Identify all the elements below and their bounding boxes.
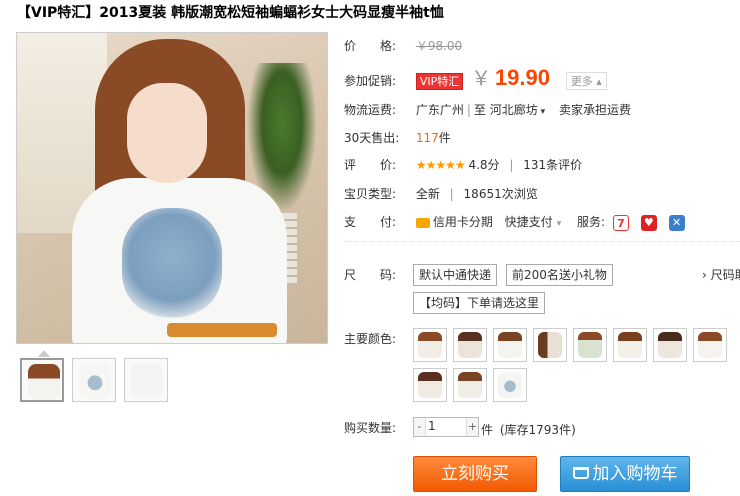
rating-sep: | (509, 158, 514, 172)
vip-badge: VIP特汇 (415, 73, 464, 90)
rating-label: 评 价: (344, 158, 397, 172)
payment-row: 支 付: 信用卡分期 快捷支付 ▾ 服务: 7 ♥ ✕ (344, 213, 685, 231)
size-option-1[interactable]: 默认中通快递 (413, 264, 498, 286)
color-swatch-10[interactable] (453, 368, 487, 402)
ship-to-prefix: 至 (473, 103, 486, 117)
color-label: 主要颜色: (344, 332, 397, 346)
main-product-image[interactable] (16, 32, 328, 344)
model-belt (167, 323, 277, 337)
credit-installment-link[interactable]: 信用卡分期 (433, 215, 493, 229)
shipping-label: 物流运费: (344, 103, 397, 117)
more-promo-label: 更多 (570, 75, 593, 88)
product-title: 【VIP特汇】2013夏装 韩版潮宽松短袖蝙蝠衫女士大码显瘦半袖t恤 (17, 5, 444, 21)
chevron-down-icon: ▾ (537, 107, 546, 117)
heart-service-icon[interactable]: ♥ (640, 214, 657, 231)
quantity-label: 购买数量: (344, 421, 397, 435)
quantity-unit: 件 (481, 423, 494, 437)
color-swatch-8[interactable] (693, 328, 727, 362)
ship-to-select[interactable]: 河北廊坊 ▾ (490, 103, 545, 117)
color-swatch-7[interactable] (653, 328, 687, 362)
color-swatch-4[interactable] (533, 328, 567, 362)
color-swatch-3[interactable] (493, 328, 527, 362)
chevron-down-icon[interactable]: ▾ (557, 219, 562, 229)
quick-pay-link[interactable]: 快捷支付 (505, 215, 553, 229)
size-guide-link[interactable]: › 尺码助 (702, 266, 740, 283)
rating-score: 4.8分 (468, 158, 500, 172)
sold-unit: 件 (438, 131, 451, 145)
add-to-cart-button[interactable]: 加入购物车 (560, 456, 690, 492)
star-rating-icon: ★★★★★ (415, 158, 466, 172)
promo-label: 参加促销: (344, 74, 397, 88)
shirt-cat-print (122, 208, 222, 318)
color-swatch-1[interactable] (413, 328, 447, 362)
size-label: 尺 码: (344, 268, 397, 282)
color-swatch-11[interactable] (493, 368, 527, 402)
size-option-2[interactable]: 前200名送小礼物 (506, 264, 613, 286)
quantity-info: 件 (库存1793件) (481, 421, 576, 438)
price-row: 价 格: ￥98.00 (344, 37, 462, 54)
view-count: 18651次浏览 (463, 187, 538, 201)
color-swatch-6[interactable] (613, 328, 647, 362)
service-label: 服务: (577, 215, 606, 229)
ship-to: 河北廊坊 (489, 103, 538, 117)
sold-label: 30天售出: (344, 131, 400, 145)
more-promo-button[interactable]: 更多 ▴ (565, 72, 607, 90)
shipping-fee: 卖家承担运费 (558, 103, 631, 117)
model-face (127, 83, 207, 183)
thumb-pointer-icon (38, 350, 50, 357)
item-type-label: 宝贝类型: (344, 187, 397, 201)
quantity-stepper: - 1 + (413, 417, 479, 437)
buy-now-button[interactable]: 立刻购买 (413, 456, 537, 492)
color-swatch-2[interactable] (453, 328, 487, 362)
size-option-3[interactable]: 【均码】下单请选这里 (413, 292, 546, 314)
thumbnail-1[interactable] (20, 358, 64, 402)
color-swatch-9[interactable] (413, 368, 447, 402)
sold-row: 30天售出: 117件 (344, 129, 451, 146)
seven-day-return-icon[interactable]: 7 (612, 214, 629, 231)
stock-count: (库存1793件) (499, 423, 576, 437)
credit-card-icon (415, 217, 430, 228)
chevron-up-icon: ▴ (596, 75, 602, 88)
price-label: 价 格: (344, 39, 397, 53)
increment-button[interactable]: + (466, 418, 478, 436)
rating-row: 评 价: ★★★★★ 4.8分 | 131条评价 (344, 156, 582, 173)
add-to-cart-label: 加入购物车 (592, 464, 678, 484)
shopping-cart-icon (572, 466, 589, 479)
promo-row: 参加促销: VIP特汇 ￥ 19.90 更多 ▴ (344, 62, 607, 91)
review-count-link[interactable]: 131条评价 (523, 158, 582, 172)
item-type-row: 宝贝类型: 全新 | 18651次浏览 (344, 185, 538, 202)
section-divider (344, 241, 740, 242)
decrement-button[interactable]: - (414, 418, 426, 436)
item-type-sep: | (449, 187, 454, 201)
quantity-input[interactable]: 1 (428, 419, 436, 433)
sold-count: 117 (415, 131, 439, 145)
ship-from: 广东广州 (415, 103, 464, 117)
currency-symbol: ￥ (471, 66, 492, 90)
original-price: ￥98.00 (415, 39, 463, 53)
shipping-row: 物流运费: 广东广州 | 至 河北廊坊 ▾ 卖家承担运费 (344, 101, 631, 118)
ship-sep: | (466, 103, 471, 117)
thumbnail-2[interactable] (72, 358, 116, 402)
item-condition: 全新 (415, 187, 440, 201)
promo-price: 19.90 (494, 65, 550, 90)
payment-label: 支 付: (344, 215, 397, 229)
color-swatch-5[interactable] (573, 328, 607, 362)
thumbnail-strip (20, 358, 168, 402)
guarantee-service-icon[interactable]: ✕ (668, 214, 685, 231)
thumbnail-3[interactable] (124, 358, 168, 402)
buy-now-label: 立刻购买 (441, 464, 509, 484)
